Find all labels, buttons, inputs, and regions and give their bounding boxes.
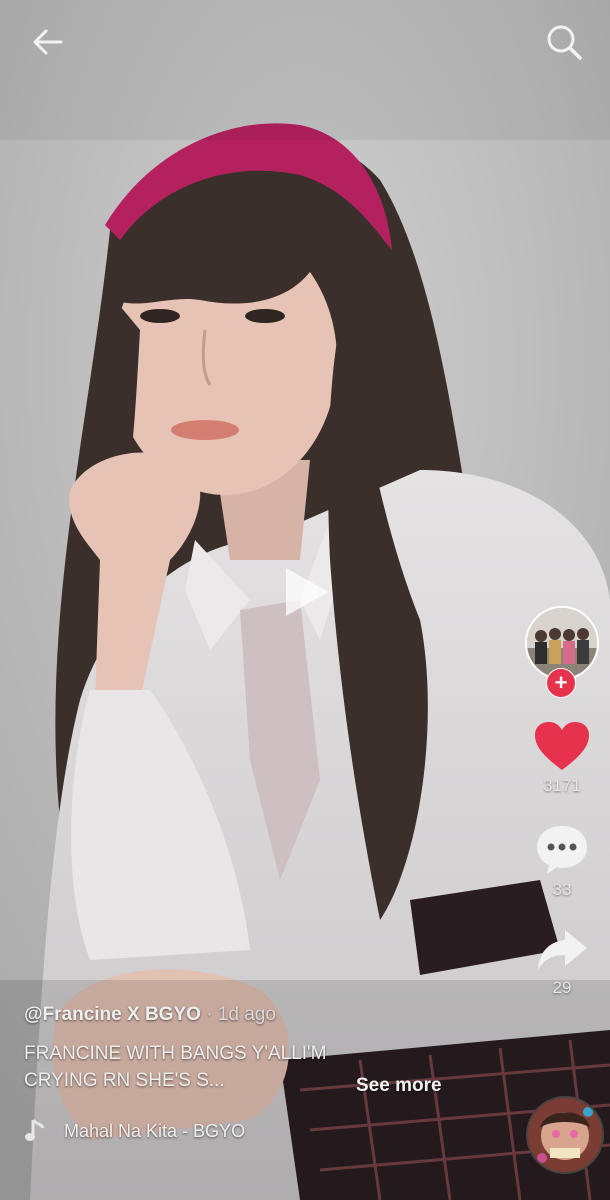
music-note-icon bbox=[25, 1118, 45, 1141]
search-button[interactable] bbox=[542, 20, 586, 64]
share-button[interactable]: 29 bbox=[535, 926, 589, 998]
like-button[interactable]: 3171 bbox=[533, 720, 591, 796]
author-line: @Francine X BGYO · 1d ago bbox=[24, 1004, 494, 1026]
like-count: 3171 bbox=[543, 776, 581, 795]
search-icon bbox=[547, 25, 582, 60]
comment-button[interactable]: 33 bbox=[534, 822, 590, 900]
play-button[interactable] bbox=[278, 562, 334, 622]
music-track[interactable]: Mahal Na Kita - BGYO bbox=[24, 1118, 494, 1144]
author-handle[interactable]: @Francine X BGYO bbox=[24, 1004, 201, 1025]
post-time: 1d ago bbox=[217, 1004, 276, 1025]
comment-count: 33 bbox=[552, 880, 572, 899]
heart-icon bbox=[535, 722, 589, 770]
video-info: @Francine X BGYO · 1d ago FRANCINE WITH … bbox=[24, 1004, 494, 1144]
comment-bubble-icon bbox=[537, 826, 587, 874]
back-button[interactable] bbox=[26, 20, 70, 64]
creator-avatar-button[interactable]: + bbox=[525, 606, 599, 698]
video-feed-screen: + 3171 33 29 @Francine X BGYO · 1d ago F… bbox=[0, 0, 610, 1200]
action-rail: + 3171 33 29 bbox=[522, 606, 602, 1024]
share-arrow-icon bbox=[538, 930, 587, 970]
video-caption: FRANCINE WITH BANGS Y'ALLI'M CRYING RN S… bbox=[24, 1043, 327, 1091]
share-count: 29 bbox=[552, 978, 572, 997]
see-more-link[interactable]: See more bbox=[356, 1075, 442, 1097]
follow-button[interactable]: + bbox=[546, 668, 576, 698]
music-title: Mahal Na Kita - BGYO bbox=[64, 1120, 246, 1141]
separator-dot: · bbox=[206, 1004, 213, 1025]
music-disc-button[interactable] bbox=[526, 1096, 604, 1174]
back-arrow-icon bbox=[33, 29, 63, 55]
play-icon bbox=[286, 568, 328, 616]
music-disc-image bbox=[528, 1098, 602, 1172]
